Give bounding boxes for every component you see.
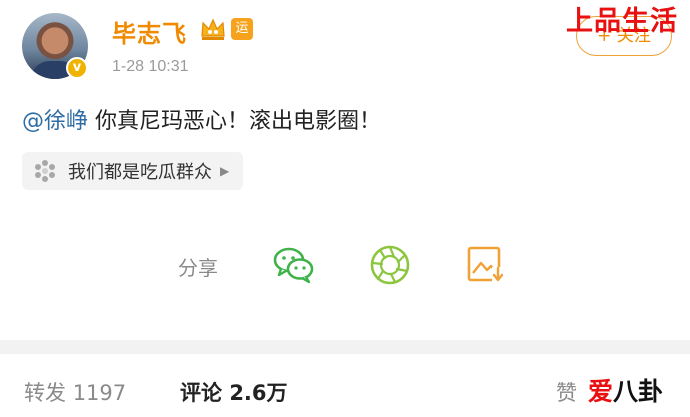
- post-body: 你真尼玛恶心！滚出电影圈！: [88, 109, 382, 134]
- like-label: 赞: [556, 381, 577, 405]
- watermark-bottom: 爱八卦: [588, 372, 663, 408]
- watermark-top: 上品生活: [566, 6, 678, 37]
- topic-chip-label: 我们都是吃瓜群众: [68, 162, 212, 183]
- yun-badge: 运: [231, 18, 253, 40]
- comment-tab[interactable]: 评论 2.6万: [180, 377, 288, 407]
- watermark-bottom-ai: 爱: [588, 377, 614, 406]
- like-tab[interactable]: 赞: [556, 377, 577, 407]
- comment-count: 2.6万: [229, 381, 288, 405]
- watermark-bottom-rest: 八卦: [613, 377, 664, 406]
- moments-icon[interactable]: [368, 243, 412, 287]
- mention-link[interactable]: @徐峥: [22, 109, 88, 134]
- share-label: 分享: [178, 256, 218, 280]
- save-image-icon[interactable]: [464, 243, 508, 287]
- verified-badge-icon: v: [66, 57, 88, 79]
- post-text: @徐峥 你真尼玛恶心！滚出电影圈！: [22, 103, 381, 135]
- topic-chip[interactable]: 我们都是吃瓜群众 ▶: [22, 152, 244, 190]
- post-timestamp: 1-28 10:31: [112, 58, 189, 75]
- supertopic-icon: [35, 160, 55, 182]
- repost-tab[interactable]: 转发 1197: [24, 377, 126, 407]
- comment-label: 评论: [180, 381, 222, 405]
- wechat-icon[interactable]: [272, 242, 316, 286]
- repost-count: 1197: [72, 381, 127, 405]
- repost-label: 转发: [24, 381, 66, 405]
- member-crown-icon: [201, 18, 225, 40]
- username[interactable]: 毕志飞: [112, 14, 187, 49]
- chevron-right-icon: ▶: [220, 164, 230, 178]
- section-divider: [0, 340, 690, 354]
